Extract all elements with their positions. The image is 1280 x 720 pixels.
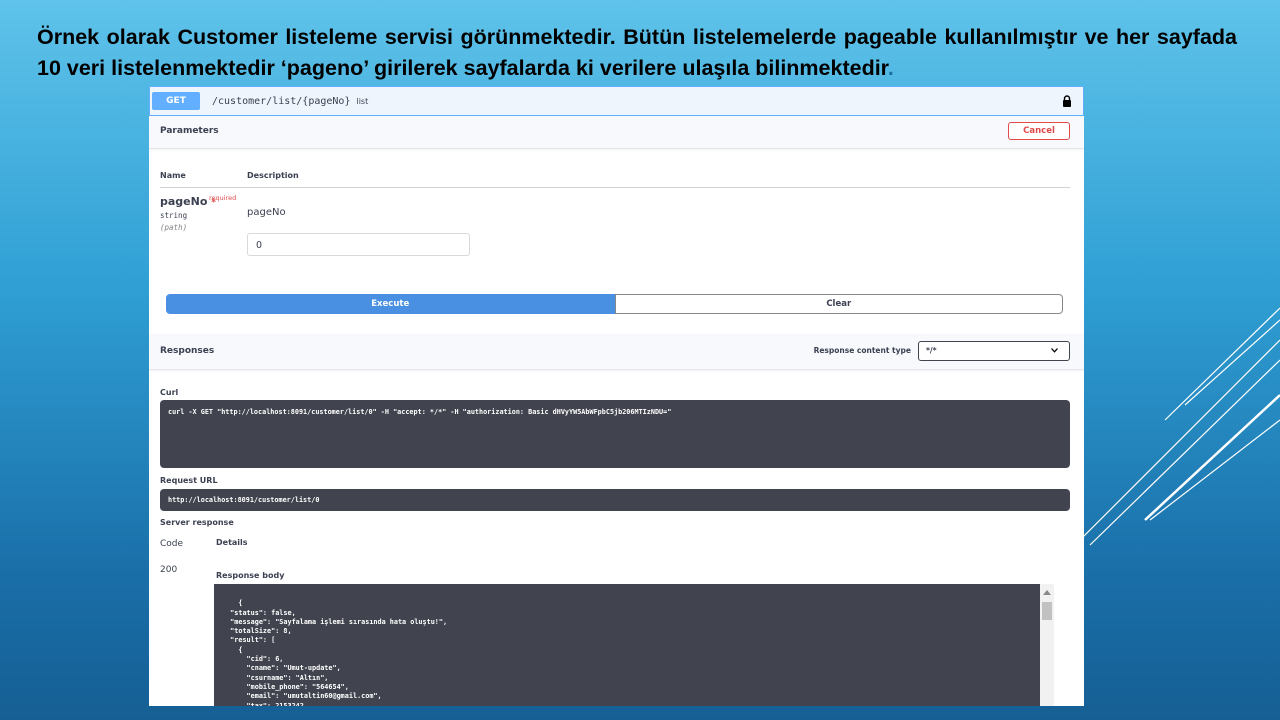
endpoint-description: list xyxy=(356,96,369,106)
response-body-label: Response body xyxy=(216,571,285,580)
http-method-badge: GET xyxy=(152,92,200,110)
execute-clear-group: Execute Clear xyxy=(166,294,1063,314)
scroll-thumb[interactable] xyxy=(1042,602,1052,620)
server-response-label: Server response xyxy=(160,518,234,527)
details-column-header: Details xyxy=(216,538,248,547)
column-description-header: Description xyxy=(247,171,299,180)
parameters-header: Parameters Cancel xyxy=(149,116,1084,149)
responses-title: Responses xyxy=(160,346,215,356)
status-code: 200 xyxy=(160,565,178,575)
param-type: string xyxy=(160,211,188,220)
parameters-body: Name Description pageNo * required strin… xyxy=(149,149,1084,334)
response-scrollbar[interactable] xyxy=(1040,584,1054,706)
code-column-header: Code xyxy=(160,539,184,549)
slide-description: Örnek olarak Customer listeleme servisi … xyxy=(37,22,1237,84)
chevron-down-icon xyxy=(1051,348,1058,353)
decorative-lines xyxy=(1080,307,1280,546)
swagger-panel: GET /customer/list/{pageNo} list Paramet… xyxy=(149,86,1084,706)
clear-button[interactable]: Clear xyxy=(614,294,1063,314)
content-type-select[interactable]: */* xyxy=(918,341,1070,361)
slide-description-period: . xyxy=(887,56,894,80)
param-description: pageNo xyxy=(247,207,286,218)
endpoint-path: /customer/list/{pageNo} xyxy=(212,95,351,107)
content-type-value: */* xyxy=(926,346,937,355)
cancel-button[interactable]: Cancel xyxy=(1008,122,1070,140)
required-label: required xyxy=(209,194,237,202)
curl-label: Curl xyxy=(160,388,179,397)
scroll-up-icon[interactable] xyxy=(1043,590,1051,595)
operation-summary[interactable]: GET /customer/list/{pageNo} list xyxy=(149,86,1084,116)
responses-header: Responses Response content type */* xyxy=(149,334,1084,370)
response-body-text: { "status": false, "message": "Sayfalama… xyxy=(230,599,448,706)
column-name-header: Name xyxy=(160,171,186,180)
pageno-input[interactable]: 0 xyxy=(247,233,470,256)
parameters-title: Parameters xyxy=(160,126,219,136)
content-type-label: Response content type xyxy=(813,346,911,355)
param-name: pageNo * xyxy=(160,195,216,208)
lock-icon[interactable] xyxy=(1062,95,1072,107)
param-location: (path) xyxy=(160,223,188,232)
curl-command[interactable]: curl -X GET "http://localhost:8091/custo… xyxy=(160,400,1070,468)
request-url[interactable]: http://localhost:8091/customer/list/0 xyxy=(160,489,1070,511)
param-name-text: pageNo xyxy=(160,195,208,208)
request-url-label: Request URL xyxy=(160,476,218,485)
execute-button[interactable]: Execute xyxy=(166,294,615,314)
table-divider xyxy=(160,187,1070,188)
response-body[interactable]: { "status": false, "message": "Sayfalama… xyxy=(214,584,1054,706)
slide-description-text: Örnek olarak Customer listeleme servisi … xyxy=(37,25,1237,80)
